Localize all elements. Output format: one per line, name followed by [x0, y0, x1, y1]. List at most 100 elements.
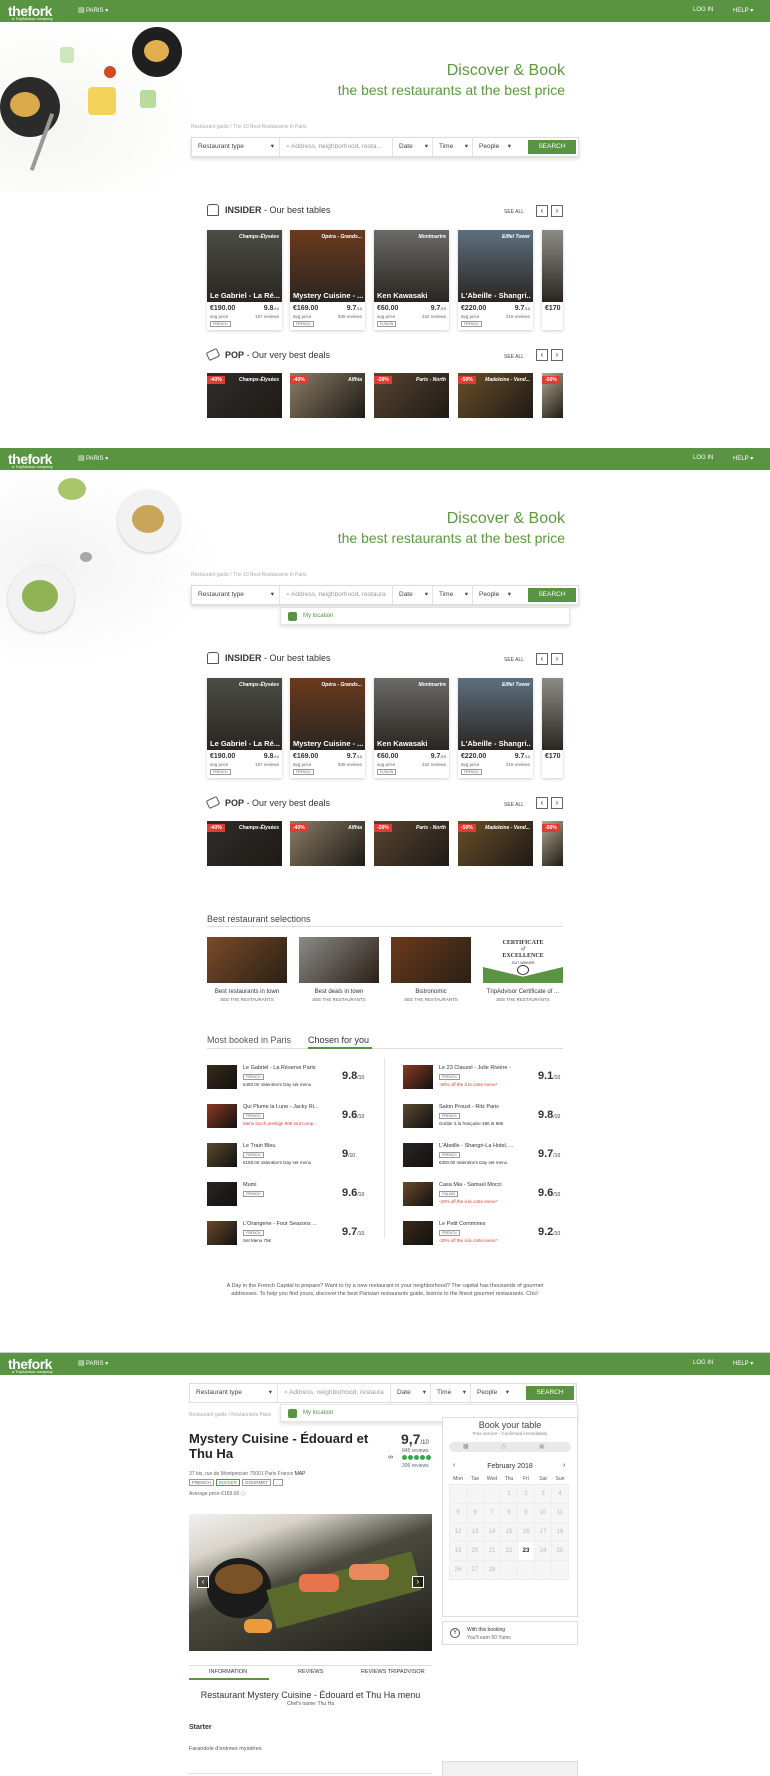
people-select[interactable]: People ▾: [473, 138, 515, 156]
insider-card[interactable]: Opéra - Grands... Mystery Cuisine - ... €1…: [290, 230, 365, 330]
calendar-day[interactable]: 25: [551, 1540, 569, 1561]
calendar-day[interactable]: 6: [466, 1502, 484, 1523]
city-selector[interactable]: PARIS ▾: [86, 7, 108, 14]
tripadvisor-review-count[interactable]: 306 reviews: [402, 1463, 429, 1469]
restaurant-type-select[interactable]: Restaurant type ▾: [192, 586, 280, 604]
calendar-day[interactable]: 5: [449, 1502, 467, 1523]
insider-card[interactable]: Montmartre Ken Kawasaki €60.00 9.7/10 avg pr…: [374, 230, 449, 330]
calendar-day[interactable]: 8: [500, 1502, 518, 1523]
selection-link[interactable]: SEE THE RESTAURANTS: [207, 997, 287, 1002]
most-booked-item[interactable]: Mumi FRENCH 9.6/10: [207, 1179, 397, 1209]
most-booked-item[interactable]: Qui Plume la Lune - Jacky Ri... FRENCH Men…: [207, 1101, 397, 1131]
most-booked-item[interactable]: Le Gabriel - La Réserve Paris FRENCH €450.…: [207, 1062, 397, 1092]
insider-card[interactable]: Champs-Élysées Le Gabriel - La Ré... €190.…: [207, 678, 282, 778]
insider-card[interactable]: Eiffel Tower L'Abeille - Shangri... €220.0…: [458, 230, 533, 330]
calendar-day[interactable]: 1: [500, 1483, 518, 1504]
calendar-day[interactable]: 14: [483, 1521, 501, 1542]
calendar-day[interactable]: 13: [466, 1521, 484, 1542]
thefork-logo[interactable]: thefork a TripAdvisor company: [8, 3, 53, 21]
most-booked-item[interactable]: Le 23 Clauzel - Julie Rivière - FRENCH -50…: [403, 1062, 593, 1092]
thefork-logo[interactable]: thefork a TripAdvisor company: [8, 451, 53, 469]
people-select[interactable]: People ▾: [473, 586, 515, 604]
restaurant-tag[interactable]: INSIDER: [215, 1479, 241, 1486]
selection-tile[interactable]: [207, 937, 287, 983]
tab-most-booked[interactable]: Most booked in Paris: [207, 1035, 291, 1045]
calendar-day[interactable]: 11: [551, 1502, 569, 1523]
calendar-day[interactable]: 4: [551, 1483, 569, 1504]
deal-card[interactable]: -40% Alfhia: [290, 373, 365, 418]
tab-chosen-for-you[interactable]: Chosen for you: [308, 1035, 369, 1045]
calendar-day[interactable]: 27: [466, 1559, 484, 1580]
tab-reviews-tripadvisor[interactable]: REVIEWS TRIPADVISOR: [361, 1669, 425, 1675]
map-link[interactable]: MAP: [295, 1471, 306, 1477]
people-select[interactable]: People ▾: [471, 1384, 513, 1402]
time-select[interactable]: Time ▾: [431, 1384, 471, 1402]
breadcrumb[interactable]: Restaurant guide / Restaurants Paris: [189, 1412, 271, 1418]
next-arrow-icon[interactable]: ›: [551, 205, 563, 217]
most-booked-item[interactable]: L'Abeille - Shangri-La Hotel, ... FRENCH €…: [403, 1140, 593, 1170]
calendar-day[interactable]: 23: [517, 1540, 535, 1561]
address-input[interactable]: ⌕ Address, neighborhood, resta...: [280, 138, 393, 156]
breadcrumb[interactable]: Restaurant guide / The 10 Best Restauran…: [191, 124, 307, 130]
next-month-icon[interactable]: ›: [563, 1462, 565, 1469]
login-link[interactable]: LOG IN: [693, 455, 713, 461]
thefork-logo[interactable]: thefork a TripAdvisor company: [8, 1356, 53, 1374]
people-step-icon[interactable]: ▣: [539, 1443, 545, 1450]
help-menu[interactable]: HELP ▾: [733, 1360, 753, 1367]
most-booked-item[interactable]: Casa Mia - Samuel Mocci ITALIAN -20% off t…: [403, 1179, 593, 1209]
deal-card[interactable]: -30% Paris - North: [374, 373, 449, 418]
date-select[interactable]: Date ▾: [393, 586, 433, 604]
help-menu[interactable]: HELP ▾: [733, 455, 753, 462]
search-button[interactable]: SEARCH: [528, 588, 576, 602]
calendar-day[interactable]: 2: [517, 1483, 535, 1504]
prev-arrow-icon[interactable]: ‹: [536, 797, 548, 809]
insider-card[interactable]: Montmartre Ken Kawasaki €60.00 9.7/10 avg pr…: [374, 678, 449, 778]
most-booked-item[interactable]: L'Orangerie - Four Seasons ... FRENCH Set …: [207, 1218, 397, 1248]
insider-see-all[interactable]: SEE ALL: [504, 209, 524, 215]
photo-prev-arrow-icon[interactable]: ‹: [197, 1576, 209, 1588]
date-select[interactable]: Date ▾: [391, 1384, 431, 1402]
deal-card[interactable]: -50%: [542, 373, 563, 418]
selection-link[interactable]: SEE THE RESTAURANTS: [391, 997, 471, 1002]
time-select[interactable]: Time ▾: [433, 586, 473, 604]
calendar-day[interactable]: 24: [534, 1540, 552, 1561]
calendar-day[interactable]: 18: [551, 1521, 569, 1542]
deal-card[interactable]: -40% Champs-Élysées: [207, 373, 282, 418]
calendar-day[interactable]: 10: [534, 1502, 552, 1523]
selection-link[interactable]: SEE THE RESTAURANTS: [483, 997, 563, 1002]
calendar-day[interactable]: 21: [483, 1540, 501, 1561]
prev-arrow-icon[interactable]: ‹: [536, 653, 548, 665]
deal-card[interactable]: -40% Champs-Élysées: [207, 821, 282, 866]
restaurant-type-select[interactable]: Restaurant type ▾: [192, 138, 280, 156]
my-location-suggestion[interactable]: My location: [280, 607, 570, 625]
pop-see-all[interactable]: SEE ALL: [504, 354, 524, 360]
calendar-day[interactable]: 9: [517, 1502, 535, 1523]
restaurant-tag[interactable]: ...: [273, 1479, 283, 1486]
prev-arrow-icon[interactable]: ‹: [536, 205, 548, 217]
deal-card[interactable]: -40% Alfhia: [290, 821, 365, 866]
pop-see-all[interactable]: SEE ALL: [504, 802, 524, 808]
login-link[interactable]: LOG IN: [693, 1360, 713, 1366]
next-arrow-icon[interactable]: ›: [551, 653, 563, 665]
time-select[interactable]: Time ▾: [433, 138, 473, 156]
calendar-day[interactable]: 15: [500, 1521, 518, 1542]
restaurant-tag[interactable]: FRENCH: [189, 1479, 214, 1486]
restaurant-type-select[interactable]: Restaurant type ▾: [190, 1384, 278, 1402]
city-selector[interactable]: PARIS ▾: [86, 455, 108, 462]
calendar-day[interactable]: 22: [500, 1540, 518, 1561]
calendar-day[interactable]: 7: [483, 1502, 501, 1523]
selection-tile[interactable]: CERTIFICATE of EXCELLENCE 2017 WINNER: [483, 937, 563, 983]
review-count[interactable]: 845 reviews: [402, 1448, 429, 1454]
calendar-day[interactable]: 19: [449, 1540, 467, 1561]
next-arrow-icon[interactable]: ›: [551, 349, 563, 361]
city-selector[interactable]: PARIS ▾: [86, 1360, 108, 1367]
next-arrow-icon[interactable]: ›: [551, 797, 563, 809]
calendar-step-icon[interactable]: ▦: [463, 1443, 469, 1450]
insider-card[interactable]: Opéra - Grands... Mystery Cuisine - ... €1…: [290, 678, 365, 778]
login-link[interactable]: LOG IN: [693, 7, 713, 13]
help-menu[interactable]: HELP ▾: [733, 7, 753, 14]
breadcrumb[interactable]: Restaurant guide / The 10 Best Restauran…: [191, 572, 307, 578]
address-input[interactable]: ⌕ Address, neighborhood, restaura: [278, 1384, 391, 1402]
deal-card[interactable]: -50%: [542, 821, 563, 866]
deal-card[interactable]: -30% Paris - North: [374, 821, 449, 866]
